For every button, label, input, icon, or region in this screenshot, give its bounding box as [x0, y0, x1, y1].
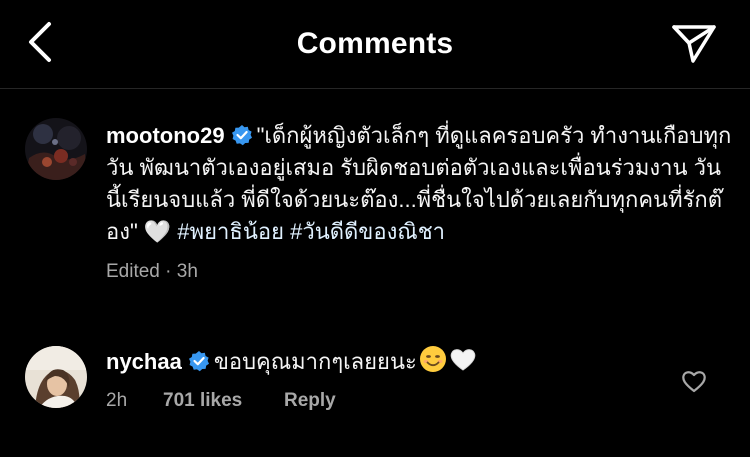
reply-text-block: nychaa ขอบคุณมากๆเลยยนะ: [106, 345, 666, 378]
verified-badge-icon: [188, 351, 209, 372]
caption-edited-time: Edited · 3h: [106, 261, 198, 282]
chevron-left-icon: [29, 22, 51, 62]
likes-count-link[interactable]: 701 likes: [163, 390, 284, 412]
reply-timestamp: 2h: [106, 390, 128, 411]
header-bar: Comments: [0, 0, 750, 88]
white-heart-emoji: [450, 349, 476, 371]
heart-outline-icon: [682, 371, 706, 393]
like-button[interactable]: [679, 366, 709, 396]
caption-username[interactable]: mootono29: [106, 123, 225, 148]
header-divider: [0, 88, 750, 89]
page-title: Comments: [296, 27, 454, 60]
caption-text-block: mootono29 "เด็กผู้หญิงตัวเล็กๆ ที่ดูแลครอ…: [106, 120, 736, 248]
hashtag-link[interactable]: #พยาธิน้อย: [177, 219, 284, 244]
reply-text: ขอบคุณมากๆเลยยนะ: [213, 349, 417, 374]
paper-plane-icon: [672, 25, 716, 63]
avatar[interactable]: [25, 346, 87, 408]
verified-badge-icon: [231, 125, 252, 146]
avatar[interactable]: [25, 118, 87, 180]
reply-username[interactable]: nychaa: [106, 349, 182, 374]
white-heart-emoji: 🤍: [143, 219, 172, 244]
reply-button[interactable]: Reply: [284, 390, 336, 412]
reply-meta-row: 2h 701 likes Reply: [106, 390, 336, 412]
share-button[interactable]: [668, 20, 720, 68]
back-button[interactable]: [18, 20, 62, 64]
hashtag-link[interactable]: #วันดีดีของณิชา: [290, 219, 445, 244]
smiling-face-emoji: [419, 346, 446, 372]
